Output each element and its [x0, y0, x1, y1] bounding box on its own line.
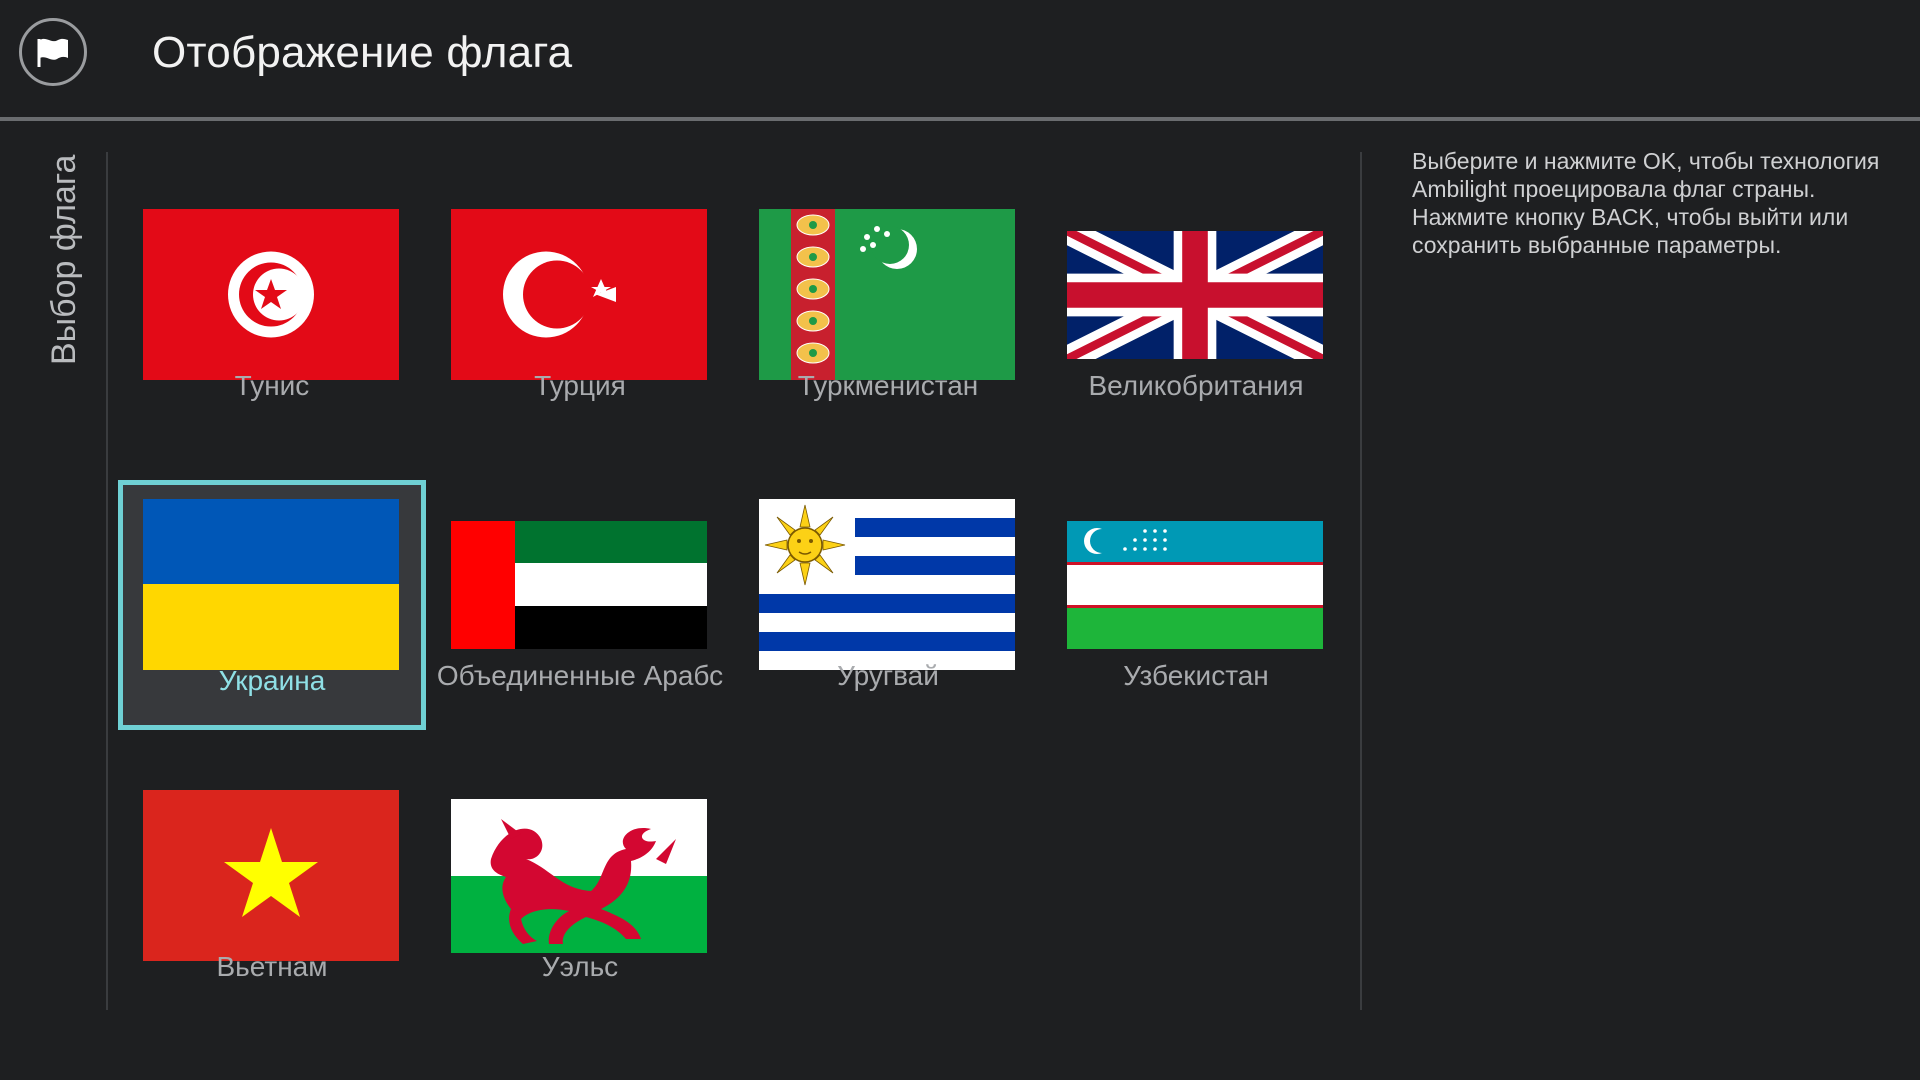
uae-flag-icon — [451, 521, 707, 649]
right-divider — [1360, 152, 1362, 1010]
flag-tile-uzbekistan[interactable]: Узбекистан — [1042, 475, 1350, 725]
flag-tile-turkmenistan[interactable]: Туркменистан — [734, 185, 1042, 435]
flag-label: Узбекистан — [1123, 660, 1269, 691]
page-title: Отображение флага — [152, 28, 573, 77]
vietnam-flag-icon — [143, 790, 399, 961]
uruguay-flag-icon — [759, 499, 1015, 670]
wales-flag-icon — [451, 799, 707, 953]
ukraine-flag-icon — [143, 499, 399, 670]
header-divider — [0, 117, 1920, 121]
help-description: Выберите и нажмите OK, чтобы технология … — [1412, 148, 1880, 258]
flag-label: Великобритания — [1088, 370, 1304, 401]
flag-label: Уругвай — [837, 660, 939, 691]
uk-flag-icon — [1067, 231, 1323, 359]
tunisia-flag-icon — [143, 209, 399, 380]
flag-label: Турция — [534, 370, 626, 401]
flag-tile-turkey[interactable]: Турция — [426, 185, 734, 435]
flag-label: Уэльс — [541, 951, 619, 982]
flag-tile-wales[interactable]: Уэльс — [426, 766, 734, 1016]
flag-tile-tunisia[interactable]: Тунис — [118, 185, 426, 435]
flag-tile-uruguay[interactable]: Уругвай — [734, 475, 1042, 725]
sidebar-label: Выбор флага — [45, 154, 83, 365]
turkmenistan-flag-icon — [759, 209, 1015, 380]
flag-label: Вьетнам — [216, 951, 328, 982]
uzbekistan-flag-icon — [1067, 521, 1323, 649]
flag-label: Украина — [218, 665, 326, 696]
left-divider — [106, 152, 108, 1010]
turkey-flag-icon — [451, 209, 707, 380]
flag-tile-ukraine[interactable]: Украина — [118, 480, 426, 730]
flag-label: Объединенные Арабс — [436, 660, 724, 691]
flag-label: Тунис — [234, 370, 310, 401]
flag-icon — [19, 18, 87, 86]
flag-tile-uk[interactable]: Великобритания — [1042, 185, 1350, 435]
flag-tile-uae[interactable]: Объединенные Арабс — [426, 475, 734, 725]
flag-label: Туркменистан — [797, 370, 979, 401]
flag-tile-vietnam[interactable]: Вьетнам — [118, 766, 426, 1016]
